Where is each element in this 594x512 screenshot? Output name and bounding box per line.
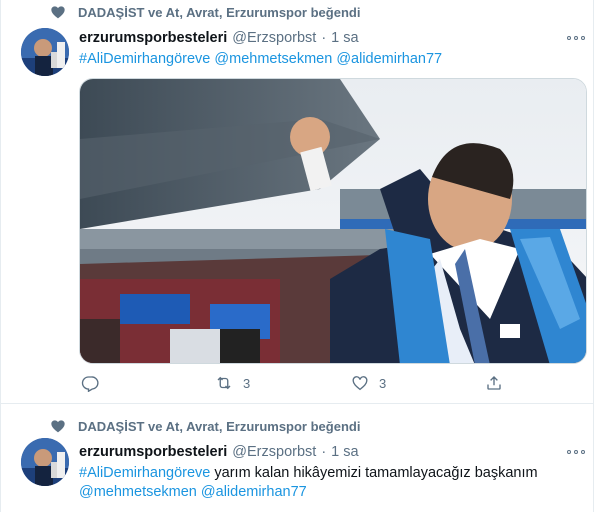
mention-link[interactable]: @alidemirhan77 bbox=[336, 51, 442, 67]
like-button[interactable]: 3 bbox=[351, 374, 386, 392]
author-handle[interactable]: @Erzsporbst bbox=[232, 444, 316, 460]
photo-image bbox=[80, 79, 586, 363]
tweet-text-line: @mehmetsekmen @alidemirhan77 bbox=[79, 483, 579, 502]
social-context-text: DADAŞİST ve At, Avrat, Erzurumspor beğen… bbox=[78, 418, 361, 434]
social-context[interactable]: DADAŞİST ve At, Avrat, Erzurumspor beğen… bbox=[51, 4, 360, 20]
mention-link[interactable]: @alidemirhan77 bbox=[201, 484, 307, 500]
hashtag-link[interactable]: #AliDemirhangöreve bbox=[79, 465, 210, 481]
tweet-text: #AliDemirhangöreve yarım kalan hikâyemiz… bbox=[79, 464, 579, 502]
avatar[interactable] bbox=[21, 28, 69, 76]
like-icon bbox=[352, 376, 368, 391]
separator: · bbox=[321, 444, 327, 460]
retweet-button[interactable]: 3 bbox=[215, 374, 250, 392]
mention-link[interactable]: @mehmetsekmen bbox=[79, 484, 197, 500]
author-name[interactable]: erzurumsporbesteleri bbox=[79, 444, 227, 460]
tweet[interactable]: DADAŞİST ve At, Avrat, Erzurumspor beğen… bbox=[1, 404, 594, 512]
timestamp[interactable]: 1 sa bbox=[331, 444, 358, 460]
separator: · bbox=[321, 30, 327, 46]
more-icon[interactable] bbox=[567, 33, 585, 43]
tweet-text: #AliDemirhangöreve @mehmetsekmen @alidem… bbox=[79, 50, 579, 69]
retweet-count: 3 bbox=[243, 375, 251, 391]
tweet-actions: 3 3 bbox=[79, 374, 519, 394]
avatar[interactable] bbox=[21, 438, 69, 486]
heart-icon bbox=[51, 6, 65, 19]
retweet-icon bbox=[217, 376, 231, 390]
author-name[interactable]: erzurumsporbesteleri bbox=[79, 30, 227, 46]
tweet-header: erzurumsporbesteleri @Erzsporbst · 1 sa bbox=[79, 30, 359, 46]
tweet-header: erzurumsporbesteleri @Erzsporbst · 1 sa bbox=[79, 444, 359, 460]
author-handle[interactable]: @Erzsporbst bbox=[232, 30, 316, 46]
heart-icon bbox=[51, 420, 65, 433]
reply-icon bbox=[81, 376, 99, 392]
timeline-feed: DADAŞİST ve At, Avrat, Erzurumspor beğen… bbox=[0, 0, 594, 512]
avatar-image bbox=[21, 438, 69, 486]
timestamp[interactable]: 1 sa bbox=[331, 30, 358, 46]
tweet-text-line: #AliDemirhangöreve yarım kalan hikâyemiz… bbox=[79, 465, 538, 481]
tweet-photo[interactable] bbox=[79, 78, 587, 364]
share-icon bbox=[487, 376, 501, 390]
like-count: 3 bbox=[379, 375, 387, 391]
avatar-image bbox=[21, 28, 69, 76]
hashtag-link[interactable]: #AliDemirhangöreve bbox=[79, 51, 210, 67]
tweet[interactable]: DADAŞİST ve At, Avrat, Erzurumspor beğen… bbox=[1, 0, 594, 404]
mention-link[interactable]: @mehmetsekmen bbox=[214, 51, 332, 67]
share-button[interactable] bbox=[485, 374, 503, 392]
social-context[interactable]: DADAŞİST ve At, Avrat, Erzurumspor beğen… bbox=[51, 418, 360, 434]
reply-button[interactable] bbox=[81, 374, 109, 392]
more-icon[interactable] bbox=[567, 447, 585, 457]
social-context-text: DADAŞİST ve At, Avrat, Erzurumspor beğen… bbox=[78, 4, 361, 20]
